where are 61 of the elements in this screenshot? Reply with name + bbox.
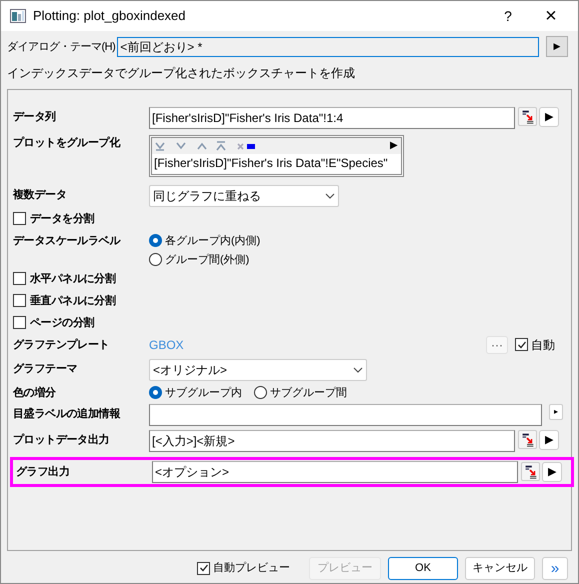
browse-button[interactable]: ··· — [486, 336, 508, 354]
checkbox[interactable] — [197, 562, 210, 575]
checkbox[interactable] — [13, 294, 26, 308]
checkbox-label: 自動プレビュー — [213, 560, 290, 576]
field-label: データ列 — [13, 110, 57, 125]
field-label: 複数データ — [13, 188, 68, 203]
field-label: グラフ出力 — [16, 464, 71, 480]
text-field[interactable]: [<入力>]<新規> — [149, 430, 515, 452]
theme-label: ダイアログ・テーマ(H) — [7, 40, 116, 55]
radio-button[interactable] — [149, 253, 162, 266]
field-label: プロットをグループ化 — [13, 136, 122, 151]
arrow-button[interactable]: ▶ — [539, 106, 559, 127]
checkbox-label: 水平パネルに分割 — [30, 272, 116, 287]
field-label: データスケールラベル — [13, 234, 122, 249]
list-item[interactable]: [Fisher'sIrisD]"Fisher's Iris Data"!E"Species" — [152, 154, 401, 172]
text-field[interactable]: <オプション> — [152, 460, 518, 483]
radio-button[interactable] — [254, 386, 267, 400]
arrow-button[interactable]: ▸ — [549, 404, 563, 420]
checkbox-label: ページの分割 — [30, 316, 94, 331]
field-label: グラフテーマ — [13, 362, 78, 377]
dialog-button[interactable]: キャンセル — [465, 556, 535, 580]
checkbox-label: 垂直パネルに分割 — [30, 294, 116, 309]
column-picker-icon[interactable] — [521, 462, 540, 482]
column-picker-icon[interactable] — [518, 106, 537, 126]
checkbox[interactable] — [13, 212, 26, 226]
column-picker-icon[interactable] — [518, 430, 537, 449]
help-button[interactable]: ? — [488, 1, 528, 31]
field-label: 色の増分 — [13, 385, 57, 401]
chevron-down-icon — [325, 192, 335, 199]
checkbox[interactable] — [13, 272, 26, 286]
radio-label: サブグループ内 — [165, 386, 242, 401]
checkbox[interactable] — [515, 338, 528, 352]
close-button[interactable]: × — [528, 1, 574, 31]
radio-label: サブグループ間 — [270, 386, 347, 401]
chevron-down-icon — [353, 366, 363, 373]
arrow-button[interactable]: ▶ — [539, 430, 559, 450]
dialog-description: インデックスデータでグループ化されたボックスチャートを作成 — [7, 64, 356, 82]
theme-menu-button[interactable]: ▶ — [546, 36, 568, 58]
radio-label: 各グループ内(内側) — [165, 234, 260, 249]
expand-button[interactable]: » — [542, 556, 568, 580]
theme-field[interactable]: <前回どおり> * — [117, 36, 539, 57]
field-label: プロットデータ出力 — [13, 432, 110, 448]
radio-button[interactable] — [149, 386, 162, 400]
checkbox-label: 自動 — [531, 336, 555, 354]
text-field[interactable]: [Fisher'sIrisD]"Fisher's Iris Data"!1:4 — [149, 106, 515, 129]
dropdown[interactable]: <オリジナル> — [149, 358, 367, 381]
menu-arrow-button[interactable]: ▶ — [390, 140, 398, 151]
radio-label: グループ間(外側) — [165, 252, 250, 268]
reorder-toolbar-icon[interactable] — [155, 140, 255, 152]
radio-button[interactable] — [149, 234, 162, 248]
dropdown[interactable]: 同じグラフに重ねる — [149, 184, 339, 207]
window-title: Plotting: plot_gboxindexed — [33, 7, 186, 26]
checkbox[interactable] — [13, 316, 26, 330]
app-icon — [10, 9, 26, 23]
checkbox-label: データを分割 — [30, 212, 94, 227]
field-label: 目盛ラベルの追加情報 — [13, 406, 122, 422]
arrow-button[interactable]: ▶ — [542, 462, 562, 482]
field-label: グラフテンプレート — [13, 338, 110, 353]
text-field[interactable] — [149, 404, 542, 426]
group-list[interactable]: ▶ [Fisher'sIrisD]"Fisher's Iris Data"!E"Species" — [149, 134, 404, 177]
dialog-button[interactable]: OK — [388, 556, 458, 580]
